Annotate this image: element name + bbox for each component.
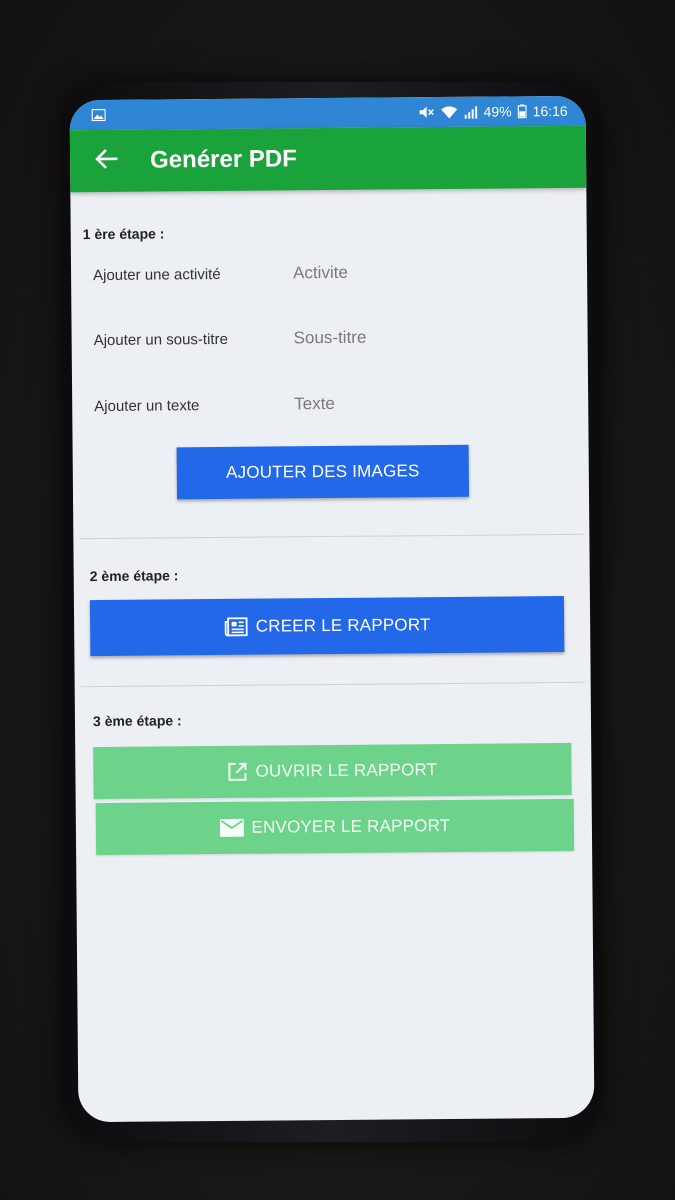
app-bar: Genérer PDF bbox=[69, 125, 587, 193]
text-label: Ajouter un texte bbox=[94, 396, 200, 415]
divider-step1 bbox=[79, 533, 584, 540]
signal-icon bbox=[464, 105, 478, 119]
divider-step2 bbox=[80, 681, 585, 688]
field-row-subtitle: Ajouter un sous-titre bbox=[94, 321, 534, 355]
subtitle-label: Ajouter un sous-titre bbox=[93, 330, 228, 349]
page-title: Genérer PDF bbox=[149, 145, 297, 174]
field-row-activity: Ajouter une activité bbox=[93, 256, 534, 290]
battery-icon bbox=[517, 104, 527, 119]
create-report-label: CREER LE RAPPORT bbox=[255, 615, 431, 636]
arrow-back-icon bbox=[94, 147, 118, 174]
add-images-label: AJOUTER DES IMAGES bbox=[225, 461, 420, 482]
mail-icon bbox=[219, 818, 244, 837]
status-bar: 49% 16:16 bbox=[69, 95, 586, 131]
back-button[interactable] bbox=[92, 147, 120, 175]
open-external-icon bbox=[228, 762, 248, 782]
step3-label: 3 ème étape : bbox=[92, 712, 182, 730]
gallery-notification-icon bbox=[91, 108, 106, 122]
add-images-button[interactable]: AJOUTER DES IMAGES bbox=[176, 444, 470, 500]
activity-label: Ajouter une activité bbox=[93, 265, 221, 284]
activity-input[interactable] bbox=[292, 261, 534, 284]
send-report-button[interactable]: ENVOYER LE RAPPORT bbox=[95, 798, 575, 856]
send-report-label: ENVOYER LE RAPPORT bbox=[251, 815, 451, 837]
field-row-text: Ajouter un texte bbox=[94, 387, 535, 421]
create-report-button[interactable]: CREER LE RAPPORT bbox=[89, 595, 565, 657]
step2-label: 2 ème étape : bbox=[89, 567, 179, 585]
mute-icon bbox=[419, 105, 435, 119]
open-report-label: OUVRIR LE RAPPORT bbox=[255, 760, 438, 781]
subtitle-input[interactable] bbox=[293, 326, 534, 349]
wifi-icon bbox=[441, 105, 458, 118]
open-report-button[interactable]: OUVRIR LE RAPPORT bbox=[93, 742, 572, 800]
phone-screen: 49% 16:16 Genérer PDF 1 ère étape : Ajou… bbox=[69, 95, 595, 1123]
battery-percent: 49% bbox=[483, 103, 512, 120]
text-input[interactable] bbox=[294, 392, 535, 415]
status-time: 16:16 bbox=[532, 102, 568, 120]
newspaper-icon bbox=[224, 617, 248, 637]
step1-label: 1 ère étape : bbox=[82, 225, 165, 243]
